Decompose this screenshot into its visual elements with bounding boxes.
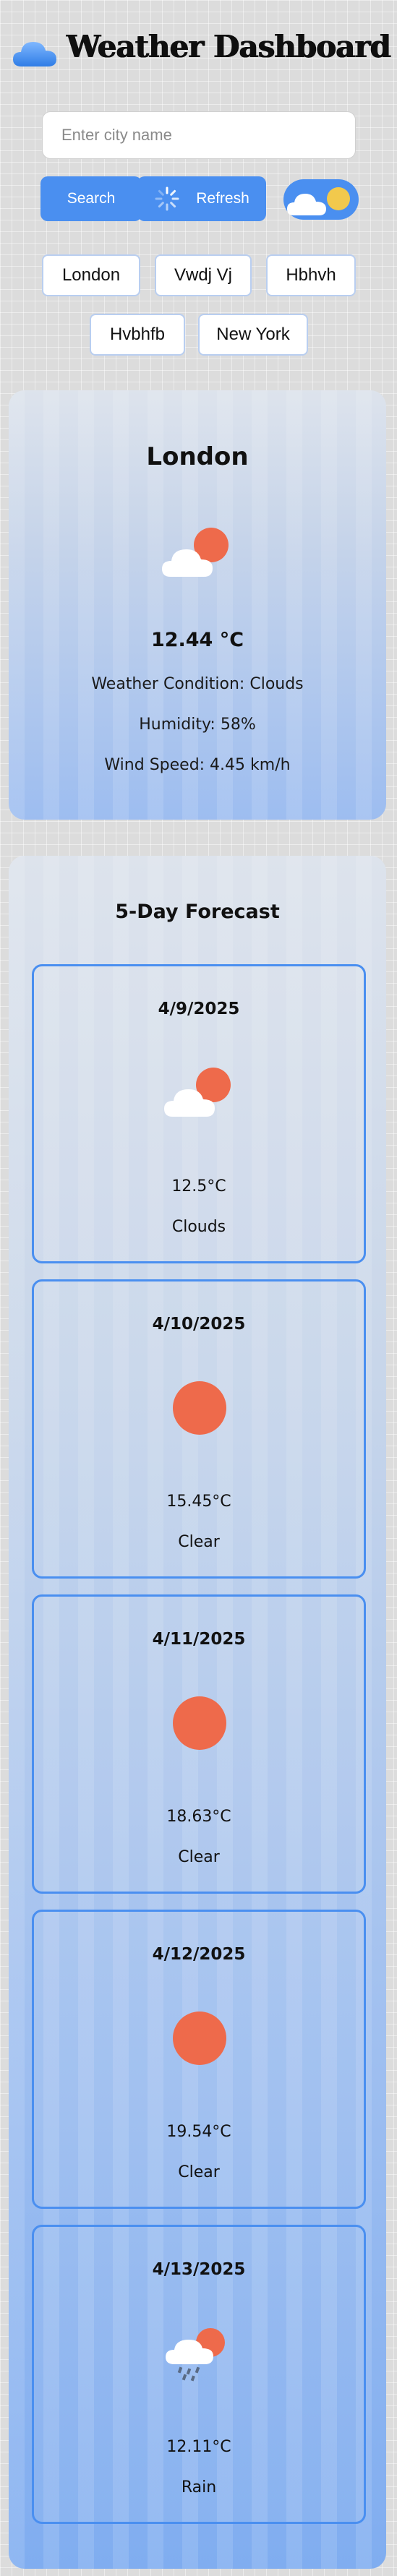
current-condition: Weather Condition: Clouds [91, 675, 304, 693]
forecast-date: 4/12/2025 [152, 1945, 246, 1964]
sun-icon [163, 2009, 238, 2066]
current-humidity: Humidity: 58% [139, 716, 256, 734]
forecast-temperature: 15.45°C [166, 1493, 231, 1511]
forecast-card: 4/9/2025 12.5°C Clouds [32, 964, 366, 1263]
forecast-temperature: 19.54°C [166, 2123, 231, 2141]
recent-city-label: Hbhvh [286, 265, 336, 285]
partly-cloudy-icon [164, 1068, 231, 1117]
forecast-condition: Rain [181, 2478, 217, 2496]
current-wind-speed: Wind Speed: 4.45 km/h [104, 756, 291, 774]
partly-cloudy-icon [162, 528, 229, 577]
toggle-sun-icon [327, 187, 350, 210]
forecast-date: 4/10/2025 [152, 1315, 246, 1334]
forecast-card: 4/13/2025 12.11°C Rain [32, 2225, 366, 2524]
toggle-cloud-icon [287, 194, 326, 215]
forecast-date: 4/9/2025 [158, 1000, 240, 1018]
recent-city-label: Hvbhfb [109, 325, 166, 344]
forecast-card: 4/12/2025 19.54°C Clear [32, 1910, 366, 2209]
recent-city-label: New York [216, 325, 290, 344]
search-button-label: Search [67, 190, 116, 207]
forecast-condition: Clear [178, 1533, 220, 1551]
current-city-name: London [146, 442, 249, 471]
current-weather-card: London 12.44 °C Weather Condition: Cloud… [9, 390, 386, 820]
forecast-condition: Clouds [171, 1218, 226, 1236]
forecast-temperature: 12.5°C [171, 1177, 226, 1195]
recent-city-label: Vwdj Vj [174, 265, 233, 285]
header: Weather Dashboard [0, 0, 397, 108]
forecast-card: 4/10/2025 15.45°C Clear [32, 1279, 366, 1579]
recent-city-hbhvh[interactable]: Hbhvh [266, 254, 356, 296]
app-title: Weather Dashboard [67, 29, 391, 64]
recent-city-vwdj-vj[interactable]: Vwdj Vj [155, 254, 252, 296]
forecast-date: 4/13/2025 [152, 2260, 246, 2279]
recent-city-london[interactable]: London [42, 254, 140, 296]
rain-icon [166, 2328, 225, 2382]
forecast-temperature: 12.11°C [166, 2438, 231, 2456]
refresh-button-label: Refresh [196, 190, 249, 207]
forecast-section: 5-Day Forecast 4/9/2025 12.5°C Clouds 4/… [9, 856, 386, 2569]
forecast-card: 4/11/2025 18.63°C Clear [32, 1594, 366, 1894]
forecast-condition: Clear [178, 1848, 220, 1866]
forecast-condition: Clear [178, 2163, 220, 2181]
recent-city-hvbhfb[interactable]: Hvbhfb [90, 314, 185, 356]
recent-city-label: London [61, 265, 121, 285]
search-button[interactable]: Search [40, 176, 142, 221]
sun-icon [163, 1378, 238, 1436]
forecast-title: 5-Day Forecast [115, 901, 280, 923]
theme-toggle[interactable] [283, 179, 359, 220]
recent-city-new-york[interactable]: New York [198, 314, 308, 356]
sun-icon [163, 1693, 238, 1751]
loading-spinner-icon [155, 186, 179, 211]
refresh-button[interactable]: Refresh [137, 176, 266, 221]
city-search-input[interactable] [42, 111, 356, 159]
cloud-icon [13, 42, 56, 66]
forecast-date: 4/11/2025 [152, 1630, 246, 1649]
forecast-temperature: 18.63°C [166, 1808, 231, 1826]
current-temperature: 12.44 °C [150, 629, 244, 651]
